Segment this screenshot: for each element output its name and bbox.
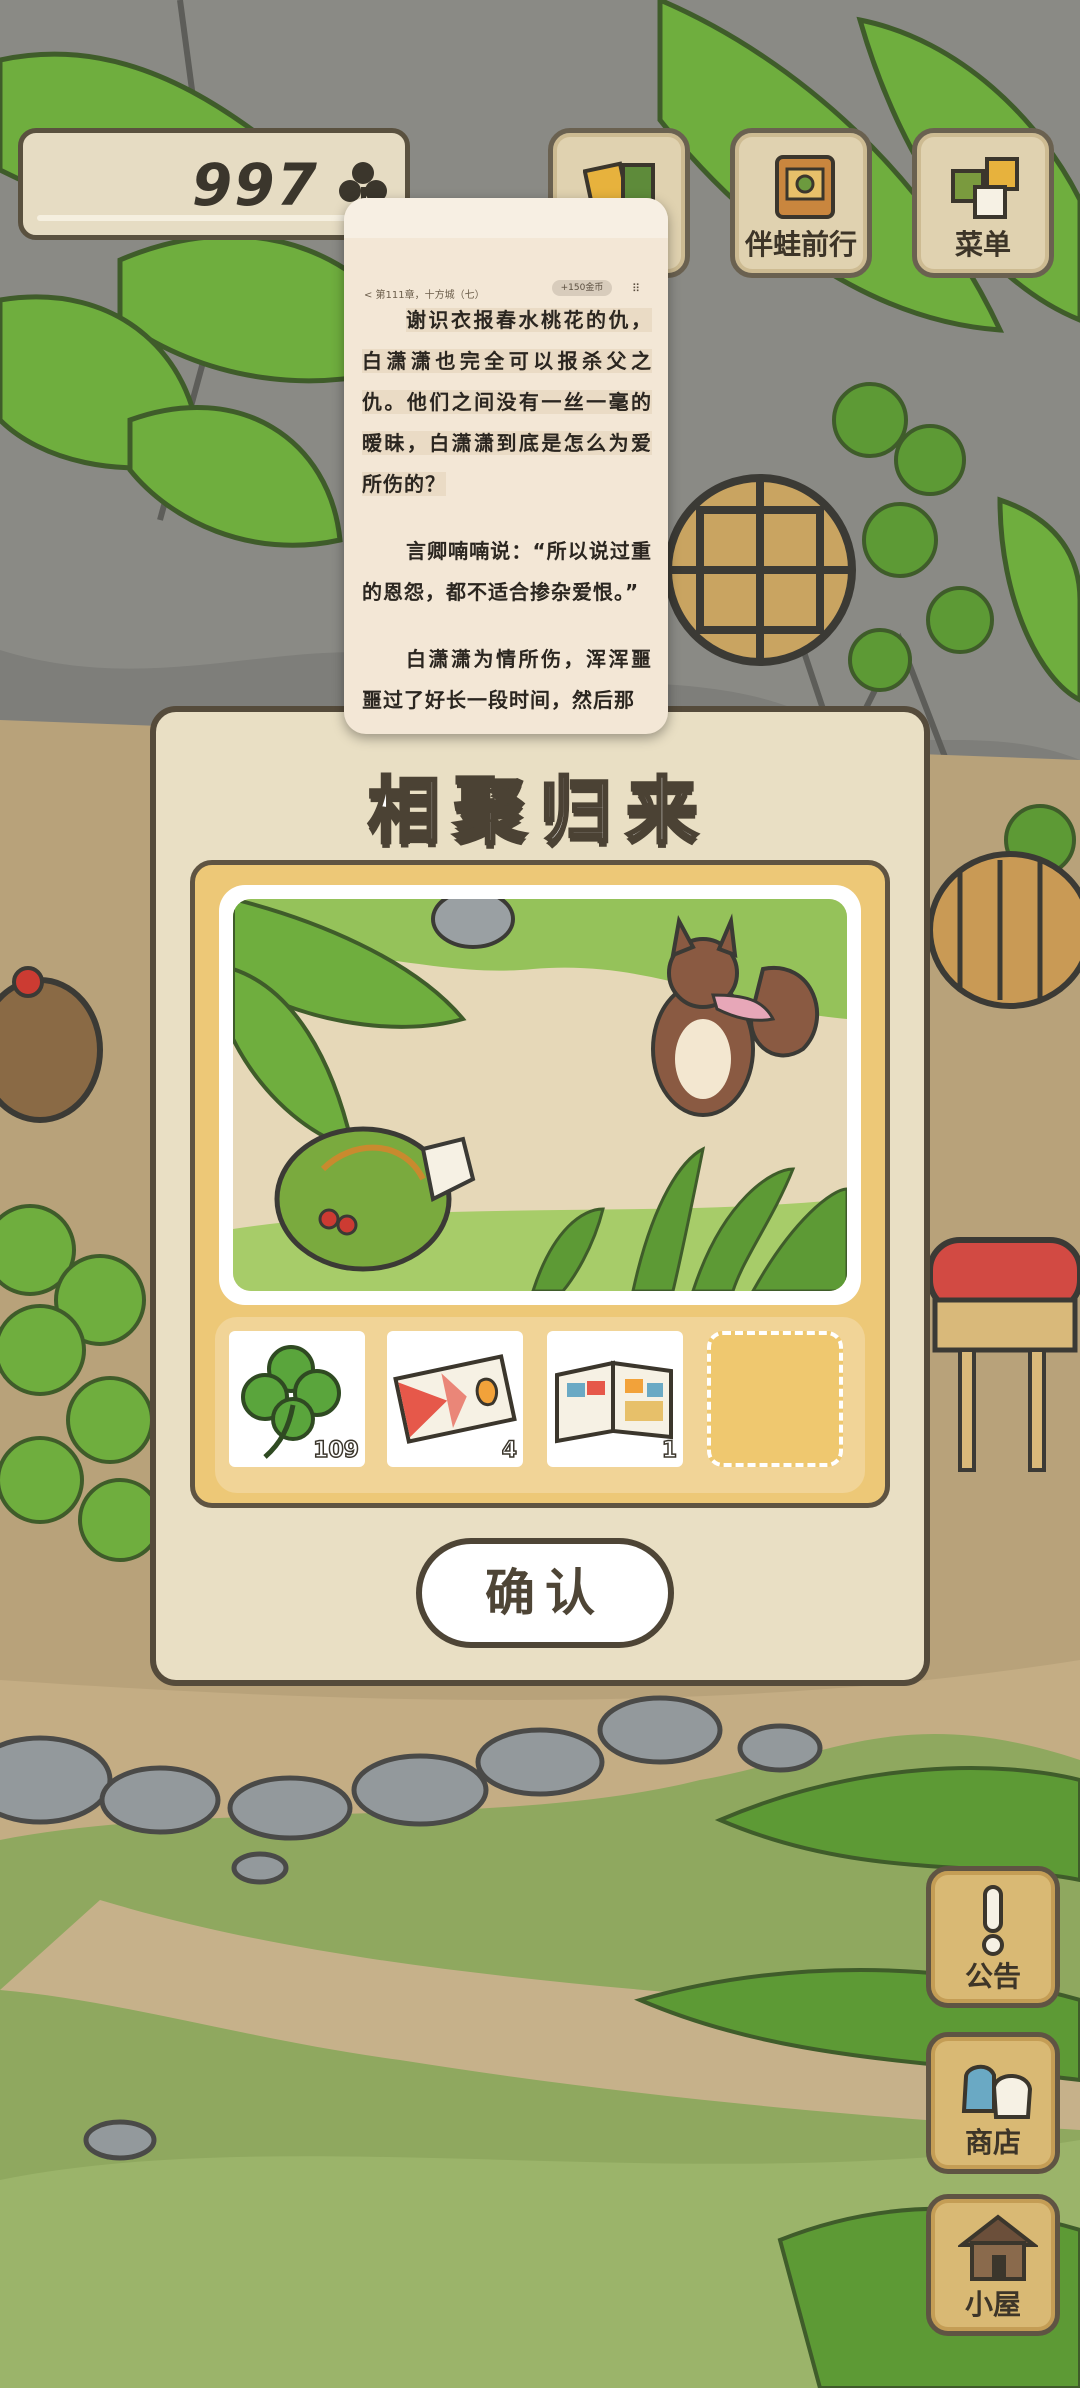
menu-icon [951,157,1019,219]
shop-bag-icon [961,2064,1033,2119]
reward-panel: 109 4 1 [190,860,890,1508]
coin-badge[interactable]: +150金币 [552,280,612,296]
reward-items: 109 4 1 [215,1317,865,1493]
travel-label: 伴蛙前行 [744,228,857,261]
paragraph: 言卿喃喃说：“所以说过重的恩怨，都不适合掺杂爱恨。” [362,539,652,604]
reward-count: 109 [312,1437,359,1464]
exclamation-icon [982,1885,1004,1956]
house-label: 小屋 [964,2288,1021,2321]
menu-button[interactable]: 菜单 [912,128,1054,278]
travel-icon [775,155,835,219]
reward-slot-ticket[interactable]: 4 [387,1331,523,1467]
travel-with-frog-button[interactable]: 伴蛙前行 [730,128,872,278]
house-button[interactable]: 小屋 [926,2194,1060,2336]
more-icon[interactable]: ⠿ [632,282,640,295]
reward-slot-pamphlet[interactable]: 1 [547,1331,683,1467]
reward-slot-clover[interactable]: 109 [229,1331,365,1467]
chapter-title[interactable]: < 第111章，十方城（七） [364,286,485,301]
paragraph: 谢识衣报春水桃花的仇，白潇潇也完全可以报杀父之仇。他们之间没有一丝一毫的暧昧，白… [362,308,652,496]
announcement-button[interactable]: 公告 [926,1866,1060,2008]
announcement-label: 公告 [964,1960,1021,1993]
reward-slot-empty [707,1331,843,1467]
reader-title-bar[interactable] [344,198,668,238]
clover-count: 997 [191,151,319,219]
reward-count: 1 [661,1437,678,1464]
reunion-dialog: 相聚归来 109 4 1 确认 [150,706,930,1686]
house-icon [958,2214,1038,2281]
shop-label: 商店 [964,2126,1021,2159]
counter-underline [37,215,391,221]
frog-squirrel-illustration [233,899,847,1291]
dialog-title: 相聚归来 [366,768,712,855]
shop-button[interactable]: 商店 [926,2032,1060,2174]
confirm-button[interactable]: 确认 [416,1538,674,1648]
floating-reader-window[interactable]: < 第111章，十方城（七） +150金币 ⠿ 谢识衣报春水桃花的仇，白潇潇也完… [344,198,668,734]
paragraph: 白潇潇为情所伤，浑浑噩噩过了好长一段时间，然后那 [362,647,652,712]
reunion-photo [233,899,847,1291]
reunion-photo-frame [219,885,861,1305]
menu-label: 菜单 [954,228,1011,261]
reward-count: 4 [501,1437,518,1464]
reader-text: 谢识衣报春水桃花的仇，白潇潇也完全可以报杀父之仇。他们之间没有一丝一毫的暧昧，白… [362,300,652,734]
